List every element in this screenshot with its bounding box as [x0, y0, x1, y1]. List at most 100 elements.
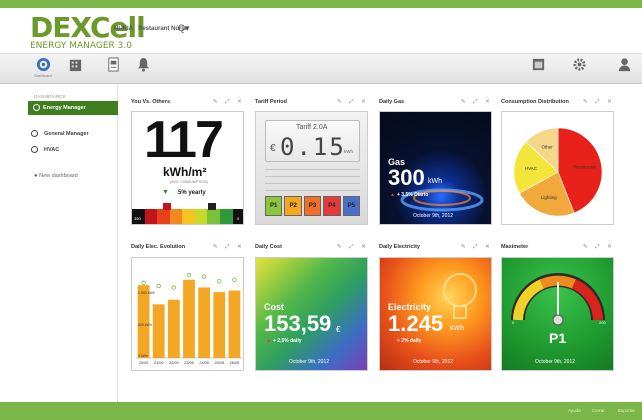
consumption-pie-chart: Restaurant Lighting HVAC Other: [513, 127, 603, 217]
app: DEXCell ENERGY MANAGER 3.0 NURIA Restaur…: [0, 0, 642, 420]
configuration-button[interactable]: [566, 57, 592, 83]
widget-title-daily-gas: Daily Gas: [379, 99, 405, 105]
dashboard-label: Dashboard: [34, 74, 52, 78]
widget-title-consumption: Consumption Distribution: [501, 99, 569, 105]
footer: Ayuda Cerrar Exportar: [0, 402, 642, 420]
analysis-button[interactable]: [62, 57, 88, 83]
app-logo[interactable]: DEXCell ENERGY MANAGER 3.0: [30, 14, 146, 51]
x-tick-label: 25/09: [215, 361, 225, 365]
widget-daily-gas[interactable]: Gas 300 kWh ▲ + 3,5% Diario October 9th,…: [379, 111, 492, 225]
widget-maximeter[interactable]: 0 200 P1 October 9th, 2012: [501, 257, 614, 371]
footer-export-link[interactable]: Exportar: [618, 408, 635, 413]
sidebar-heading: DASHBOARDS: [34, 94, 66, 99]
trend-down-icon: ▼: [162, 189, 169, 196]
elec-evolution-bar-chart: 20/09 21/09 22/09 23/09 24/09 25/09 26/09: [136, 273, 242, 365]
widget-daily-elec-evolution[interactable]: 20/09 21/09 22/09 23/09 24/09 25/09 26/09 1.00…: [131, 257, 244, 371]
widget-controls[interactable]: ✎ ⤢ ✕: [461, 99, 493, 106]
tariff-period-buttons: P1 P2 P3 P4 P5: [265, 196, 361, 216]
dashboard-button[interactable]: Dashboard: [30, 57, 56, 83]
widget-you-vs-others[interactable]: 117 kWh/m² (AVG. CONSUMPTION) ▼ 5% yearl…: [131, 111, 244, 225]
y-axis-label: 500 kWh: [138, 323, 152, 327]
sidebar-item-hvac[interactable]: HVAC: [31, 146, 60, 153]
maximeter-date: October 9th, 2012: [535, 359, 576, 365]
bell-icon: [137, 57, 149, 72]
sidebar-item-energy-manager[interactable]: Energy Manager: [28, 101, 118, 115]
new-dashboard-link[interactable]: ● New dashboard: [34, 173, 78, 179]
tariff-price-unit: kWh: [344, 149, 353, 154]
trend-up-icon: ▲: [266, 338, 271, 344]
electricity-date: October 9th, 2012: [413, 359, 454, 365]
user-menu-button[interactable]: [612, 57, 638, 83]
tariff-name: Tariff 2.0A: [296, 124, 328, 131]
cost-unit: €: [336, 325, 341, 334]
widget-controls[interactable]: ✎ ⤢ ✕: [337, 244, 369, 251]
widget-title-maximeter: Maximeter: [501, 244, 529, 250]
widget-consumption-distribution[interactable]: Restaurant Lighting HVAC Other: [501, 111, 614, 225]
bar[interactable]: [228, 290, 241, 358]
alerts-button[interactable]: [130, 57, 156, 83]
period-p2-button[interactable]: P2: [284, 196, 302, 216]
bar[interactable]: [167, 299, 180, 358]
footer-help-link[interactable]: Ayuda: [568, 408, 581, 413]
bar[interactable]: [198, 287, 211, 358]
widget-controls[interactable]: ✎ ⤢ ✕: [583, 99, 615, 106]
sidebar-item-label: General Manager: [44, 131, 89, 137]
report-button[interactable]: [525, 57, 551, 83]
user-icon: [618, 58, 630, 72]
electricity-value: 1.245: [388, 311, 444, 336]
dashboard-circle-icon: [31, 130, 38, 137]
electricity-unit: kWh: [450, 325, 464, 332]
widget-title-daily-electricity: Daily Electricity: [379, 244, 420, 250]
period-p1-button[interactable]: P1: [265, 196, 283, 216]
toolbar: Dashboard: [0, 54, 642, 84]
light-bulb-icon: [443, 273, 477, 319]
consumption-unit: kWh/m²: [163, 165, 207, 179]
dashboard-circle-icon: [31, 146, 38, 153]
x-tick-label: 26/09: [230, 361, 240, 365]
period-p3-button[interactable]: P3: [303, 196, 322, 216]
widget-controls[interactable]: ✎ ⤢ ✕: [583, 244, 615, 251]
footer-close-link[interactable]: Cerrar: [592, 408, 605, 413]
cost-value: 153,59: [264, 311, 332, 336]
widget-title-you-vs-others: You Vs. Others: [131, 99, 171, 105]
gas-date: October 9th, 2012: [413, 213, 454, 219]
widget-title-daily-cost: Daily Cost: [255, 244, 282, 250]
electricity-change: + 2% daily: [397, 338, 422, 344]
you-marker-icon: [208, 203, 216, 210]
widget-daily-electricity[interactable]: Electricity 1.245 kWh ▲ + 2% daily Octob…: [379, 257, 492, 371]
target-point: [186, 273, 192, 278]
others-marker-icon: [163, 203, 171, 210]
period-p5-button[interactable]: P5: [342, 196, 361, 216]
widget-controls[interactable]: ✎ ⤢ ✕: [461, 244, 493, 251]
bar[interactable]: [152, 304, 165, 358]
trend-up-icon: ▲: [390, 338, 395, 344]
user-name[interactable]: NURIA: [114, 26, 133, 32]
widget-tariff[interactable]: Tariff 2.0A € 0.15 kWh P1 P2 P3 P4 P5: [255, 111, 368, 225]
widget-controls[interactable]: ✎ ⤢ ✕: [213, 99, 245, 106]
sidebar-item-general-manager[interactable]: General Manager: [31, 130, 89, 137]
pie-slice-label: HVAC: [525, 166, 538, 171]
reports-button[interactable]: [100, 57, 126, 83]
pie-slice-label: Other: [542, 144, 554, 149]
gauge-max-label: 200: [599, 320, 606, 325]
widget-daily-cost[interactable]: Cost 153,59 € ▲ + 2,5% daily October 9th…: [255, 257, 368, 371]
bar[interactable]: [183, 279, 195, 358]
widget-title-tariff: Tariff Period: [255, 99, 287, 105]
sidebar-item-label: HVAC: [44, 147, 60, 153]
bar[interactable]: [137, 285, 150, 358]
target-point: [232, 277, 237, 282]
period-p4-button[interactable]: P4: [323, 196, 341, 216]
cost-date: October 9th, 2012: [289, 359, 330, 365]
logo-subtitle: ENERGY MANAGER 3.0: [30, 41, 132, 51]
currency-symbol: €: [270, 143, 276, 154]
widget-controls[interactable]: ✎ ⤢ ✕: [337, 99, 369, 106]
x-tick-label: 20/09: [139, 361, 149, 365]
scale-left-label: 360: [134, 216, 141, 221]
dashboard-circle-icon: [33, 104, 40, 111]
y-axis-label: 0 kWh: [138, 354, 148, 358]
trend-up-icon: ▲: [390, 192, 395, 198]
search-dropdown-icon[interactable]: Q▾: [178, 23, 190, 34]
bar[interactable]: [213, 292, 226, 358]
widget-controls[interactable]: ✎ ⤢ ✕: [213, 244, 245, 251]
target-point: [141, 280, 146, 286]
